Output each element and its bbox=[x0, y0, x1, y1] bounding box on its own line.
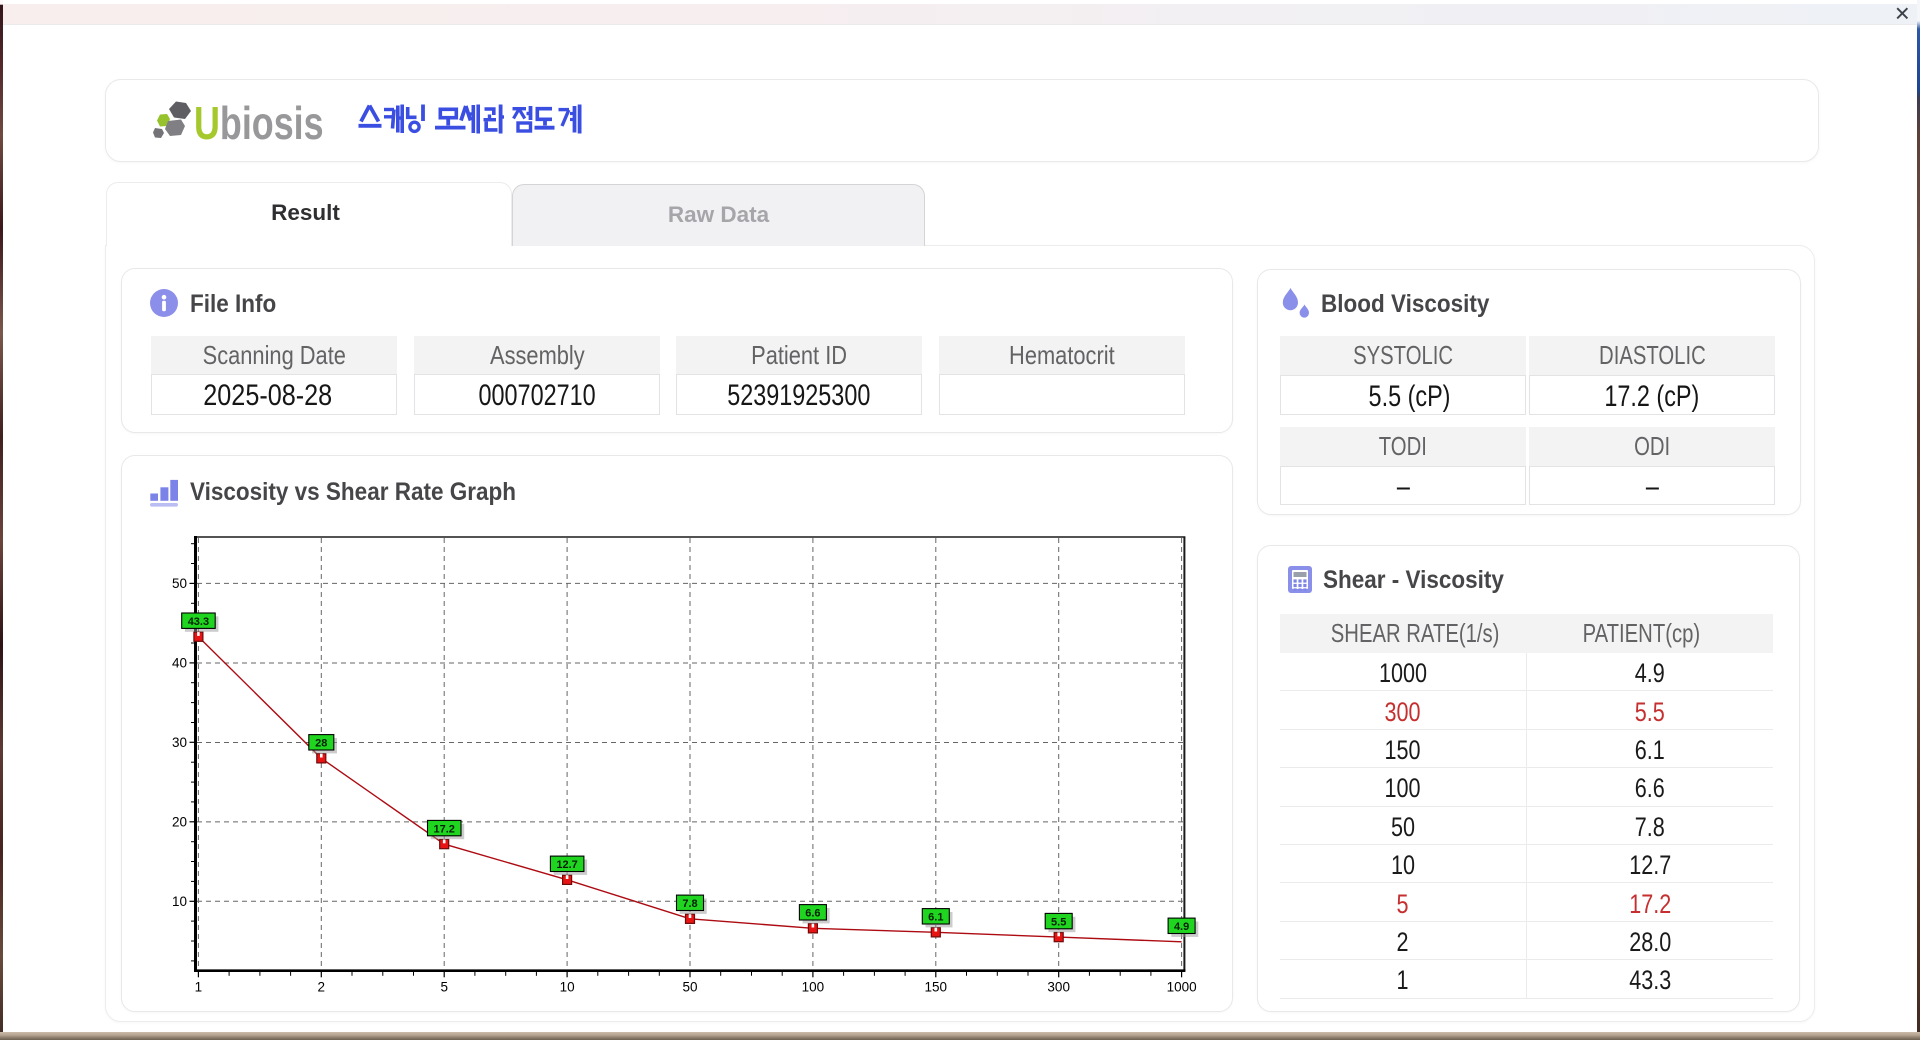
svg-text:50: 50 bbox=[682, 980, 697, 995]
svg-text:2: 2 bbox=[318, 980, 326, 995]
svg-text:7.8: 7.8 bbox=[682, 898, 697, 910]
svg-text:1000: 1000 bbox=[1167, 980, 1197, 995]
svg-text:17.2: 17.2 bbox=[433, 823, 454, 835]
svg-text:30: 30 bbox=[172, 735, 187, 750]
svg-text:10: 10 bbox=[172, 894, 187, 909]
svg-text:50: 50 bbox=[172, 576, 187, 591]
svg-text:28: 28 bbox=[315, 738, 327, 750]
svg-text:4.9: 4.9 bbox=[1174, 921, 1189, 933]
svg-text:300: 300 bbox=[1047, 980, 1070, 995]
svg-text:10: 10 bbox=[560, 980, 575, 995]
svg-text:150: 150 bbox=[925, 980, 948, 995]
svg-text:1: 1 bbox=[195, 980, 203, 995]
svg-text:40: 40 bbox=[172, 656, 187, 671]
svg-text:5.5: 5.5 bbox=[1051, 916, 1066, 928]
svg-text:5: 5 bbox=[440, 980, 448, 995]
svg-text:6.6: 6.6 bbox=[805, 908, 820, 920]
svg-text:43.3: 43.3 bbox=[188, 616, 209, 628]
svg-text:6.1: 6.1 bbox=[928, 912, 943, 924]
svg-text:20: 20 bbox=[172, 815, 187, 830]
svg-text:12.7: 12.7 bbox=[556, 859, 577, 871]
svg-text:100: 100 bbox=[802, 980, 825, 995]
